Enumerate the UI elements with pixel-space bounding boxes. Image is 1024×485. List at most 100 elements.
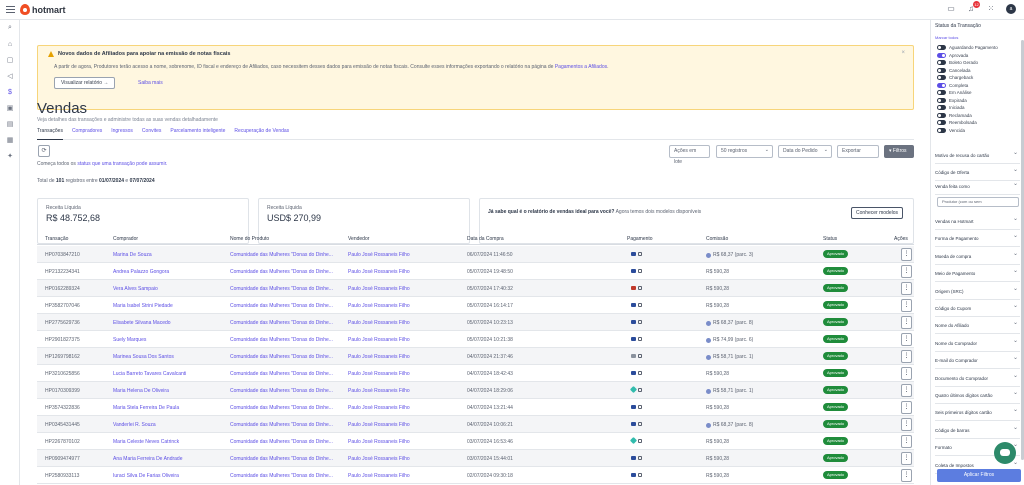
status-option[interactable]: Em Análise xyxy=(937,90,972,95)
alert-body-link[interactable]: Pagamentos a Afiliados xyxy=(555,64,607,70)
buyer-link[interactable]: Marinea Sousa Dos Santos xyxy=(113,354,174,360)
hotmart-logo[interactable]: hotmart xyxy=(20,4,66,15)
sale-made-as-section[interactable]: Venda feita como xyxy=(935,176,1020,195)
buyer-link[interactable]: Vera Alves Sampaio xyxy=(113,286,158,292)
status-option[interactable]: Aguardando Pagamento xyxy=(937,45,998,50)
tab-recuperacao[interactable]: Recuperação de Vendas xyxy=(234,128,289,140)
bulk-actions-button[interactable]: Ações em lote xyxy=(669,145,710,165)
status-option[interactable]: Vencida xyxy=(937,127,965,133)
product-link[interactable]: Comunidade das Mulheres "Donas do Dinhe.… xyxy=(230,456,333,462)
seller-link[interactable]: Paulo José Rossaneis Filho xyxy=(348,303,410,309)
filter-section[interactable]: Origem (SRC) xyxy=(935,281,1020,300)
home-icon[interactable]: ⌂ xyxy=(0,36,20,52)
product-link[interactable]: Comunidade das Mulheres "Donas do Dinhe.… xyxy=(230,405,333,411)
filter-section[interactable]: Vendas na Hotmart xyxy=(935,211,1020,230)
know-models-button[interactable]: Conhecer modelos xyxy=(851,207,903,219)
toggle-switch[interactable] xyxy=(937,90,946,95)
toggle-switch[interactable] xyxy=(937,112,946,118)
buyer-link[interactable]: Elisabete Silvana Macedo xyxy=(113,320,171,326)
filter-section[interactable]: Código do Cupom xyxy=(935,298,1020,317)
menu-icon[interactable] xyxy=(6,6,15,14)
filter-section[interactable]: Nome do Comprador xyxy=(935,333,1020,352)
seller-link[interactable]: Paulo José Rossaneis Filho xyxy=(348,388,410,394)
status-option[interactable]: Aprovada xyxy=(937,52,968,58)
seller-link[interactable]: Paulo José Rossaneis Filho xyxy=(348,422,410,428)
buyer-link[interactable]: Vanderlei R. Souza xyxy=(113,422,156,428)
toggle-switch[interactable] xyxy=(937,82,946,88)
row-actions-button[interactable]: ⋮ xyxy=(901,265,912,278)
status-option[interactable]: Reembolsada xyxy=(937,120,977,125)
toggle-switch[interactable] xyxy=(937,105,946,110)
chat-icon[interactable]: ▭ xyxy=(946,4,956,14)
row-actions-button[interactable]: ⋮ xyxy=(901,435,912,448)
transaction-id[interactable]: HP2901827375 xyxy=(45,337,80,343)
col-vendedor[interactable]: Vendedor xyxy=(348,236,369,242)
seller-link[interactable]: Paulo José Rossaneis Filho xyxy=(348,473,410,479)
col-produto[interactable]: Nome do Produto xyxy=(230,236,269,242)
chart-icon[interactable]: ▤ xyxy=(0,116,20,132)
filter-section[interactable]: Moeda de compra xyxy=(935,246,1020,265)
row-actions-button[interactable]: ⋮ xyxy=(901,282,912,295)
sale-made-as-select[interactable]: Produtor (com ou sem xyxy=(937,197,1019,207)
row-actions-button[interactable]: ⋮ xyxy=(901,367,912,380)
row-actions-button[interactable]: ⋮ xyxy=(901,418,912,431)
product-link[interactable]: Comunidade das Mulheres "Donas do Dinhe.… xyxy=(230,303,333,309)
buyer-link[interactable]: Andrea Palazzo Gongora xyxy=(113,269,169,275)
transaction-id[interactable]: HP3210625856 xyxy=(45,371,80,377)
status-option[interactable]: Reclamada xyxy=(937,112,972,118)
filters-button[interactable]: ▾ Filtros xyxy=(884,145,914,158)
help-chat-button[interactable] xyxy=(994,442,1016,464)
apply-filters-button[interactable]: Aplicar Filtros xyxy=(937,469,1021,482)
row-actions-button[interactable]: ⋮ xyxy=(901,452,912,465)
toggle-switch[interactable] xyxy=(937,52,946,58)
row-actions-button[interactable]: ⋮ xyxy=(901,316,912,329)
row-actions-button[interactable]: ⋮ xyxy=(901,401,912,414)
tab-convites[interactable]: Convites xyxy=(142,128,161,140)
status-option[interactable]: Cancelada xyxy=(937,67,971,73)
seller-link[interactable]: Paulo José Rossaneis Filho xyxy=(348,371,410,377)
megaphone-icon[interactable]: ◁ xyxy=(0,68,20,84)
seller-link[interactable]: Paulo José Rossaneis Filho xyxy=(348,456,410,462)
seller-link[interactable]: Paulo José Rossaneis Filho xyxy=(348,269,410,275)
row-actions-button[interactable]: ⋮ xyxy=(901,469,912,482)
filter-section[interactable]: Meio de Pagamento xyxy=(935,263,1020,283)
seller-link[interactable]: Paulo José Rossaneis Filho xyxy=(348,405,410,411)
col-data[interactable]: Data da Compra xyxy=(467,236,504,242)
buyer-link[interactable]: Iuraci Silva De Farias Oliveira xyxy=(113,473,179,479)
buyer-link[interactable]: Maria Helena De Oliveira xyxy=(113,388,169,394)
tab-compradores[interactable]: Compradores xyxy=(72,128,102,140)
document-icon[interactable]: ▦ xyxy=(0,132,20,148)
filter-section[interactable]: Forma de Pagamento xyxy=(935,228,1020,248)
apps-grid-icon[interactable]: ⁙ xyxy=(986,4,996,14)
seller-link[interactable]: Paulo José Rossaneis Filho xyxy=(348,252,410,258)
row-actions-button[interactable]: ⋮ xyxy=(901,299,912,312)
product-link[interactable]: Comunidade das Mulheres "Donas do Dinhe.… xyxy=(230,337,333,343)
row-actions-button[interactable]: ⋮ xyxy=(901,350,912,363)
buyer-link[interactable]: Ana Maria Ferreira De Andrade xyxy=(113,456,182,462)
status-option[interactable]: Iniciada xyxy=(937,105,965,110)
product-link[interactable]: Comunidade das Mulheres "Donas do Dinhe.… xyxy=(230,371,333,377)
status-link[interactable]: status que uma transação pode assumir. xyxy=(77,161,167,167)
col-comissao[interactable]: Comissão xyxy=(706,236,728,242)
export-button[interactable]: Exportar xyxy=(837,145,879,158)
col-status[interactable]: Status xyxy=(823,236,837,242)
buyer-link[interactable]: Marina De Souza xyxy=(113,252,152,258)
buyer-link[interactable]: Maria Celeste Neves Catrinck xyxy=(113,439,179,445)
learn-more-link[interactable]: Saiba mais xyxy=(138,80,163,86)
wallet-icon[interactable]: ▣ xyxy=(0,100,20,116)
row-actions-button[interactable]: ⋮ xyxy=(901,384,912,397)
toggle-switch[interactable] xyxy=(937,127,946,133)
toggle-switch[interactable] xyxy=(937,97,946,103)
filter-section[interactable]: Nome do Afiliado xyxy=(935,315,1020,335)
transaction-id[interactable]: HP3582707046 xyxy=(45,303,80,309)
product-link[interactable]: Comunidade das Mulheres "Donas do Dinhe.… xyxy=(230,269,333,275)
notification-bell-icon[interactable]: ♫ 12 xyxy=(966,1,980,14)
transaction-id[interactable]: HP2775629736 xyxy=(45,320,80,326)
filter-section[interactable]: Quatro últimos dígitos cartão xyxy=(935,385,1020,404)
product-link[interactable]: Comunidade das Mulheres "Donas do Dinhe.… xyxy=(230,354,333,360)
tab-transacoes[interactable]: Transações xyxy=(37,128,63,140)
transaction-id[interactable]: HP1269798162 xyxy=(45,354,80,360)
product-link[interactable]: Comunidade das Mulheres "Donas do Dinhe.… xyxy=(230,320,333,326)
order-by-select[interactable]: Data do Pedido xyxy=(778,145,832,158)
seller-link[interactable]: Paulo José Rossaneis Filho xyxy=(348,439,410,445)
